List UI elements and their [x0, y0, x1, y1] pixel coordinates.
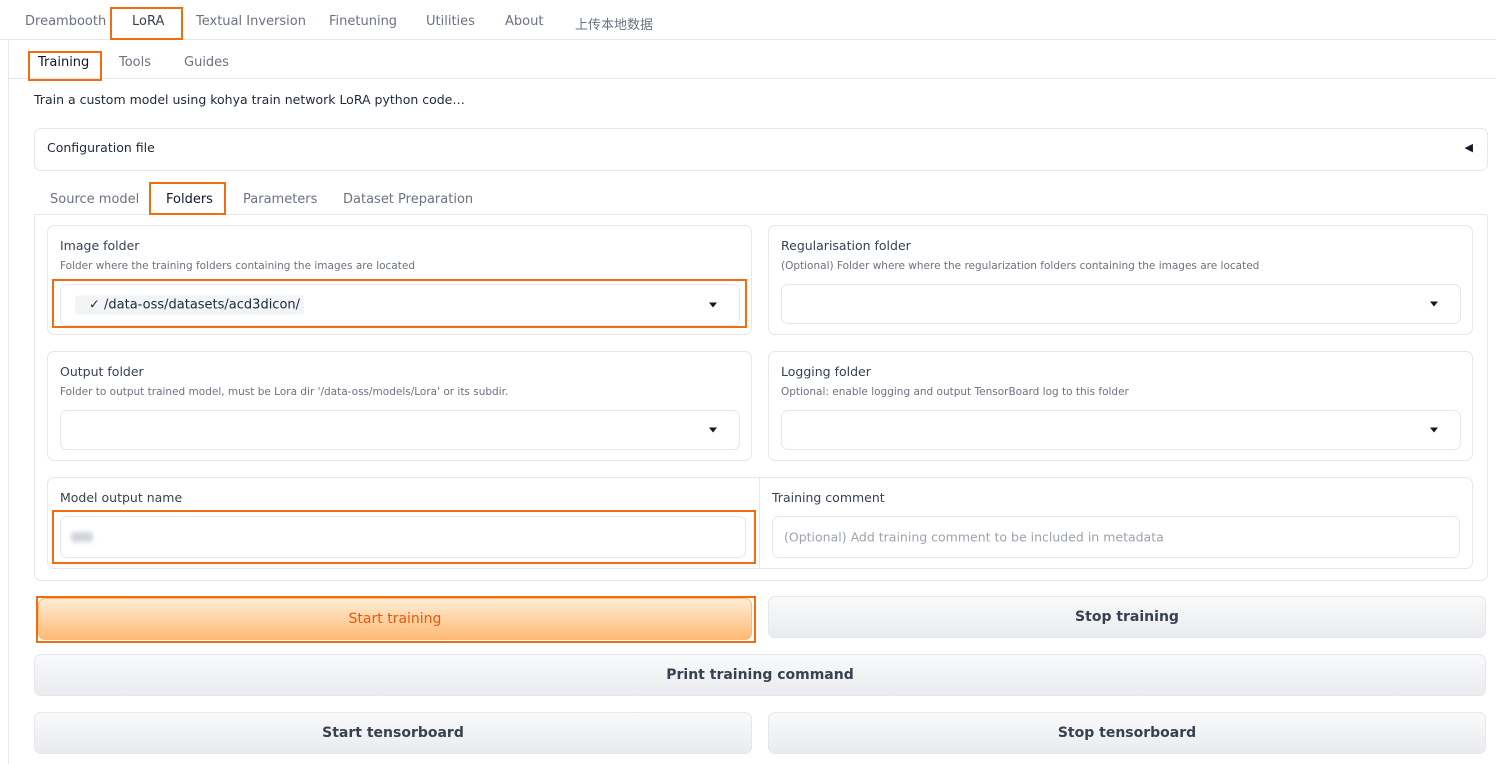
reg-folder-dropdown[interactable]	[781, 284, 1461, 324]
highlight-training-tab	[28, 51, 102, 81]
tab-finetuning[interactable]: Finetuning	[329, 14, 397, 29]
reg-folder-info: (Optional) Folder where where the regula…	[781, 260, 1260, 272]
tab-source-model[interactable]: Source model	[50, 192, 139, 207]
highlight-image-folder	[52, 279, 747, 328]
reg-folder-label: Regularisation folder	[781, 238, 911, 253]
tab-dataset-preparation[interactable]: Dataset Preparation	[343, 192, 473, 207]
highlight-model-output-name	[52, 510, 756, 564]
chevron-down-icon[interactable]	[709, 427, 717, 433]
logging-folder-group: Logging folder Optional: enable logging …	[768, 351, 1473, 461]
highlight-lora-tab	[110, 7, 183, 40]
tab-guides[interactable]: Guides	[184, 55, 229, 70]
image-folder-info: Folder where the training folders contai…	[60, 260, 415, 272]
group-divider	[759, 478, 760, 568]
top-tab-bar: Dreambooth LoRA Textual Inversion Finetu…	[0, 0, 1496, 40]
tab-tools[interactable]: Tools	[119, 55, 151, 70]
tab-textual-inversion[interactable]: Textual Inversion	[196, 14, 306, 29]
highlight-folders-tab	[149, 182, 226, 215]
model-output-name-label: Model output name	[60, 490, 183, 505]
stop-tensorboard-button[interactable]: Stop tensorboard	[768, 712, 1486, 754]
output-folder-label: Output folder	[60, 364, 144, 379]
tab-upload-local-data[interactable]: 上传本地数据	[575, 14, 653, 33]
highlight-start-training	[36, 596, 756, 643]
start-tensorboard-button[interactable]: Start tensorboard	[34, 712, 752, 754]
tab-dreambooth[interactable]: Dreambooth	[25, 14, 106, 29]
output-folder-dropdown[interactable]	[60, 410, 740, 450]
output-folder-group: Output folder Folder to output trained m…	[47, 351, 752, 461]
image-folder-label: Image folder	[60, 238, 140, 253]
page-description: Train a custom model using kohya train n…	[34, 92, 465, 107]
tab-parameters[interactable]: Parameters	[243, 192, 317, 207]
logging-folder-info: Optional: enable logging and output Tens…	[781, 386, 1129, 398]
chevron-down-icon[interactable]	[1430, 301, 1438, 307]
training-comment-placeholder: (Optional) Add training comment to be in…	[784, 529, 1164, 545]
output-folder-info: Folder to output trained model, must be …	[60, 386, 509, 398]
training-comment-input[interactable]: (Optional) Add training comment to be in…	[772, 516, 1460, 558]
stop-training-button[interactable]: Stop training	[768, 596, 1486, 638]
logging-folder-dropdown[interactable]	[781, 410, 1461, 450]
chevron-down-icon[interactable]	[1430, 427, 1438, 433]
tab-about[interactable]: About	[505, 14, 543, 29]
print-training-command-button[interactable]: Print training command	[34, 654, 1486, 696]
collapse-arrow-icon[interactable]: ◀	[1465, 141, 1473, 154]
logging-folder-label: Logging folder	[781, 364, 871, 379]
accordion-label: Configuration file	[47, 140, 155, 155]
reg-folder-group: Regularisation folder (Optional) Folder …	[768, 225, 1473, 335]
configuration-file-accordion[interactable]: Configuration file ◀	[34, 128, 1488, 171]
sub-tab-divider	[9, 78, 1496, 79]
tab-utilities[interactable]: Utilities	[426, 14, 475, 29]
training-comment-label: Training comment	[772, 490, 885, 505]
